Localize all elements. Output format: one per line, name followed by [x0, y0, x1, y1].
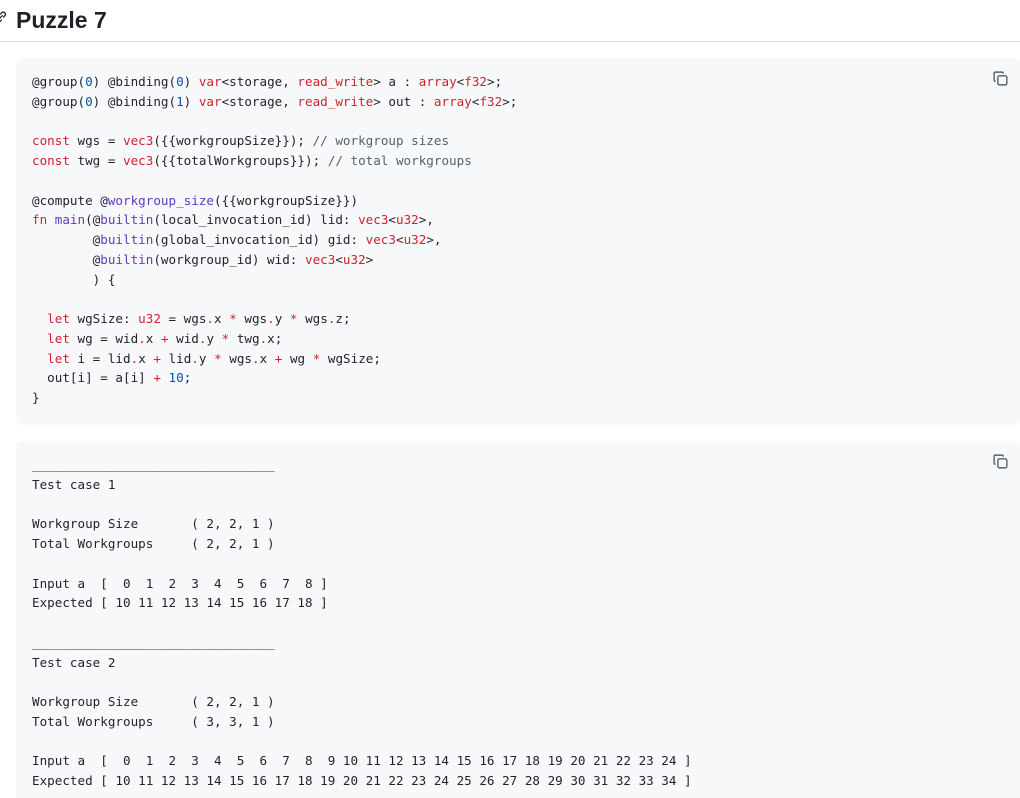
link-icon[interactable]: [0, 10, 8, 24]
copy-icon: [993, 454, 1008, 469]
copy-output-button[interactable]: [992, 453, 1012, 473]
test-cases-block: ________________________________ Test ca…: [16, 441, 1020, 798]
puzzle-heading: Puzzle 7: [0, 0, 1020, 42]
copy-code-button[interactable]: [992, 70, 1012, 90]
page-title: Puzzle 7: [16, 7, 107, 33]
copy-icon: [993, 71, 1008, 86]
test-cases-output: ________________________________ Test ca…: [32, 457, 692, 788]
shader-code: @group(0) @binding(0) var<storage, read_…: [32, 74, 518, 405]
shader-code-block: @group(0) @binding(0) var<storage, read_…: [16, 58, 1020, 425]
